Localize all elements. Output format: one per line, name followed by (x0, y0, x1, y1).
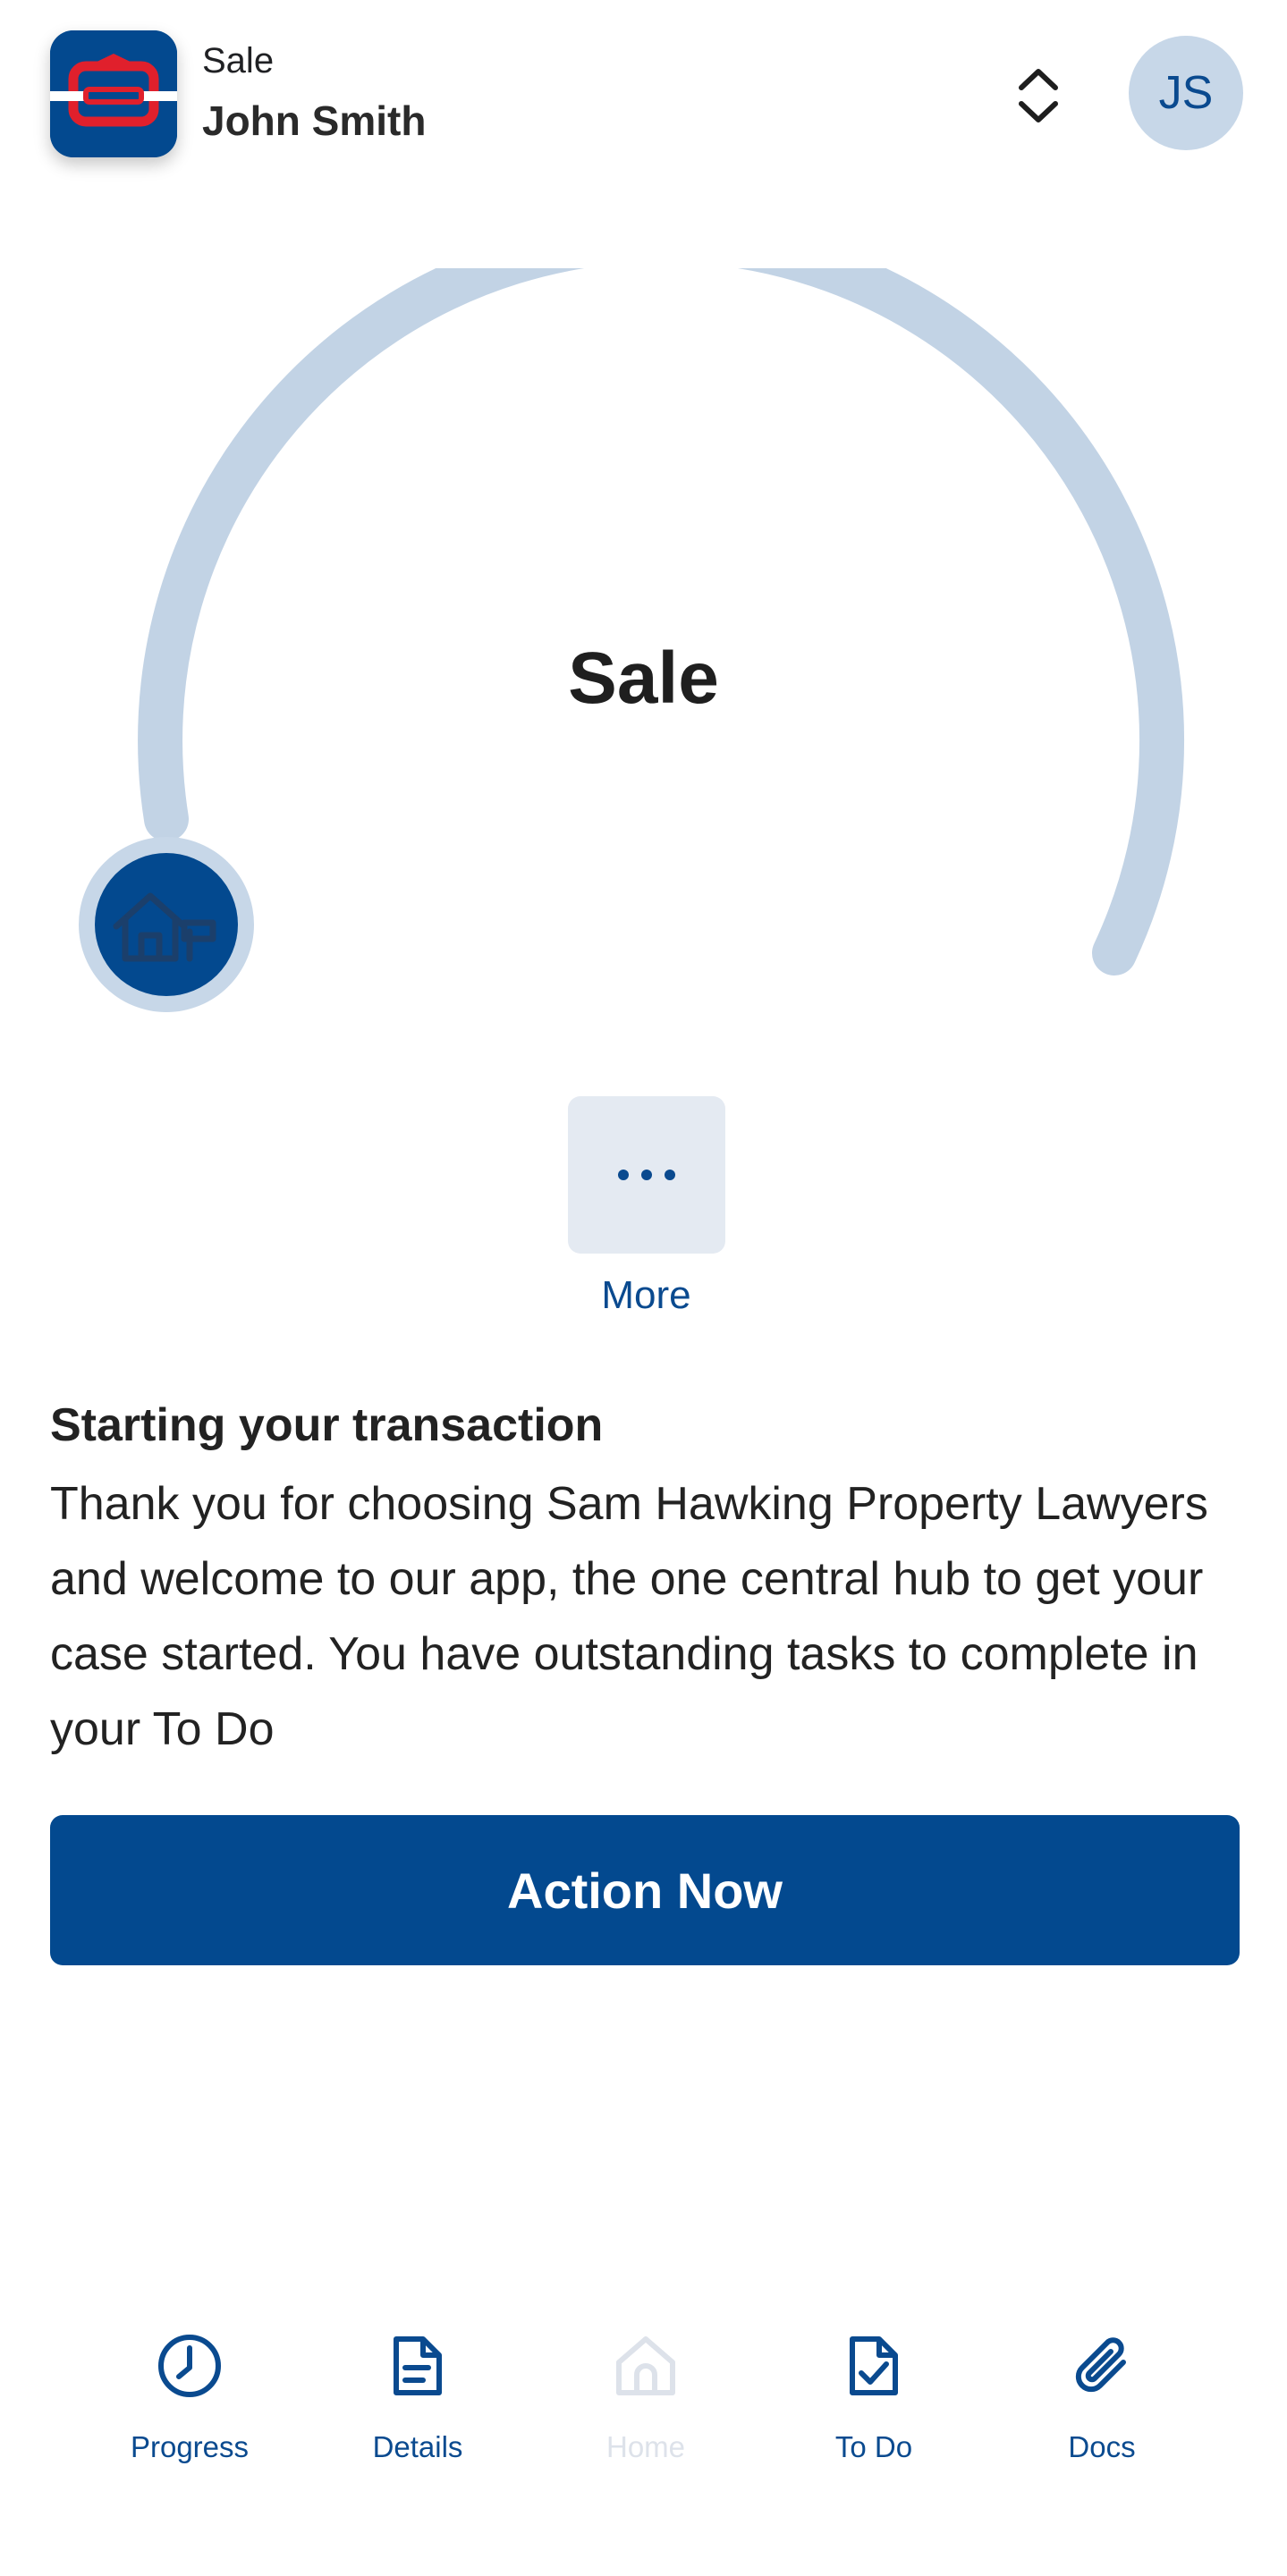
more-button[interactable] (568, 1096, 725, 1254)
document-icon (394, 2336, 442, 2395)
action-now-button[interactable]: Action Now (50, 1815, 1240, 1965)
house-for-sale-icon (113, 892, 216, 962)
progress-stage-marker (79, 837, 254, 1012)
document-check-icon (850, 2336, 898, 2395)
nav-label-todo: To Do (834, 2430, 913, 2463)
info-body: Thank you for choosing Sam Hawking Prope… (50, 1478, 1208, 1755)
nav-item-home[interactable]: Home (543, 2307, 749, 2486)
nav-item-progress[interactable]: Progress (87, 2307, 292, 2486)
action-now-label: Action Now (507, 1862, 783, 1919)
home-icon (616, 2336, 675, 2395)
nav-item-todo[interactable]: To Do (771, 2307, 977, 2486)
info-title: Starting your transaction (50, 1399, 604, 1451)
nav-label-progress: Progress (130, 2430, 250, 2463)
clock-icon (158, 2335, 221, 2397)
client-name: John Smith (202, 97, 427, 144)
more-label[interactable]: More (0, 1273, 1287, 1318)
nav-label-home: Home (605, 2430, 686, 2463)
progress-title: Sale (568, 638, 719, 719)
nav-label-docs: Docs (1068, 2430, 1136, 2463)
ellipsis-icon (618, 1170, 675, 1180)
chevron-up-down-icon[interactable] (1009, 64, 1068, 127)
avatar[interactable]: JS (1129, 36, 1243, 150)
progress-arc-track (138, 268, 1184, 976)
paperclip-icon (1075, 2337, 1126, 2393)
avatar-initials: JS (1158, 67, 1214, 119)
firm-logo-icon (50, 30, 177, 157)
bottom-nav: Progress Details Home To Do Docs (0, 2307, 1287, 2504)
nav-label-details: Details (372, 2430, 463, 2463)
nav-item-docs[interactable]: Docs (999, 2307, 1205, 2486)
case-type-label: Sale (202, 41, 275, 80)
nav-item-details[interactable]: Details (315, 2307, 521, 2486)
